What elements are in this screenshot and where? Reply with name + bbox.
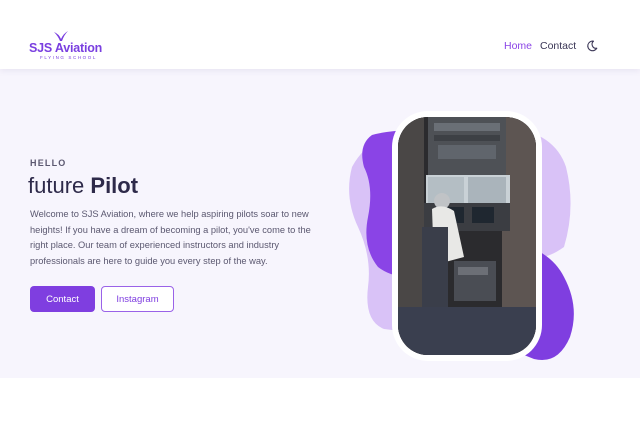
brand-tagline: FLYING SCHOOL — [40, 55, 97, 60]
brand-logo[interactable]: SJS Aviation FLYING SCHOOL — [29, 30, 103, 64]
headline-light-text: future — [28, 173, 85, 198]
hero-description: Welcome to SJS Aviation, where we help a… — [30, 209, 311, 266]
moon-icon[interactable] — [586, 40, 598, 52]
cockpit-photo — [398, 117, 536, 355]
contact-button[interactable]: Contact — [30, 286, 95, 312]
headline-bold-text: Pilot — [90, 173, 139, 198]
brand-name: SJS Aviation — [29, 41, 103, 55]
hero-headline: future Pilot — [28, 173, 138, 199]
hero-illustration — [344, 107, 584, 367]
nav-home-link[interactable]: Home — [504, 40, 532, 52]
instagram-button[interactable]: Instagram — [101, 286, 174, 312]
hero-eyebrow: HELLO — [30, 158, 67, 168]
site-header: SJS Aviation FLYING SCHOOL Home Contact — [0, 0, 640, 69]
nav-contact-link[interactable]: Contact — [540, 40, 576, 52]
hero-section: HELLO future Pilot Welcome to SJS Aviati… — [0, 69, 640, 378]
photo-frame — [392, 111, 542, 361]
